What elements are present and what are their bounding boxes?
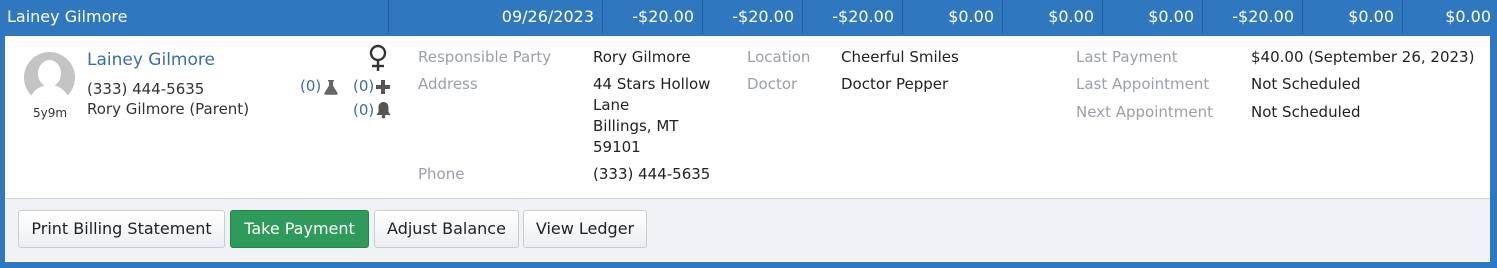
header-balance-9: $0.00 xyxy=(1445,7,1491,26)
view-ledger-button[interactable]: View Ledger xyxy=(523,210,647,248)
last-payment-value: $40.00 (September 26, 2023) xyxy=(1251,48,1475,66)
female-icon xyxy=(369,44,387,71)
header-balance-7: -$20.00 xyxy=(1203,0,1303,33)
header-balance-4: $0.00 xyxy=(903,0,1003,33)
patient-guardian: Rory Gilmore (Parent) xyxy=(87,100,250,118)
account-header-row: Lainey Gilmore 09/26/2023 -$20.00 -$20.0… xyxy=(5,0,1492,33)
action-bar: Print Billing Statement Take Payment Adj… xyxy=(5,199,1490,261)
next-appointment-label: Next Appointment xyxy=(1076,103,1213,121)
header-balance-3: -$20.00 xyxy=(803,0,903,33)
responsible-party-label: Responsible Party xyxy=(418,48,552,66)
next-appointment-value: Not Scheduled xyxy=(1251,103,1361,121)
address-line-3: Billings, MT xyxy=(593,117,679,135)
avatar-body xyxy=(29,85,70,103)
alert-count[interactable]: (0) xyxy=(353,101,374,119)
bell-icon[interactable] xyxy=(375,101,392,119)
header-patient-name[interactable]: Lainey Gilmore xyxy=(0,0,389,33)
location-label: Location xyxy=(747,48,811,66)
header-balance-5: $0.00 xyxy=(1003,0,1103,33)
header-spacer xyxy=(389,0,497,33)
avatar[interactable] xyxy=(24,52,75,103)
header-balance-1: -$20.00 xyxy=(603,0,703,33)
flask-icon[interactable] xyxy=(323,79,339,95)
doctor-label: Doctor xyxy=(747,75,798,93)
patient-card: 5y9m Lainey Gilmore (333) 444-5635 Rory … xyxy=(5,36,1490,262)
header-balance-2: -$20.00 xyxy=(703,0,803,33)
patient-name-link[interactable]: Lainey Gilmore xyxy=(87,50,215,70)
patient-phone: (333) 444-5635 xyxy=(87,80,205,98)
address-line-4: 59101 xyxy=(593,138,641,156)
header-balance-6: $0.00 xyxy=(1103,0,1203,33)
last-payment-label: Last Payment xyxy=(1076,48,1178,66)
phone-label: Phone xyxy=(418,165,465,183)
patient-account-panel: Lainey Gilmore 09/26/2023 -$20.00 -$20.0… xyxy=(0,0,1497,268)
patient-age: 5y9m xyxy=(32,106,68,120)
medical-count[interactable]: (0) xyxy=(353,77,374,95)
last-appointment-label: Last Appointment xyxy=(1076,75,1210,93)
address-label: Address xyxy=(418,75,478,93)
adjust-balance-button[interactable]: Adjust Balance xyxy=(374,210,519,248)
address-value: 44 Stars Hollow Lane Billings, MT 59101 xyxy=(593,74,710,158)
lab-count[interactable]: (0) xyxy=(300,77,321,95)
medical-cross-icon[interactable] xyxy=(376,80,390,94)
last-appointment-value: Not Scheduled xyxy=(1251,75,1361,93)
address-line-2: Lane xyxy=(593,96,630,114)
doctor-value: Doctor Pepper xyxy=(841,75,949,93)
take-payment-button[interactable]: Take Payment xyxy=(230,210,369,248)
address-line-1: 44 Stars Hollow xyxy=(593,75,711,93)
avatar-head xyxy=(38,60,61,87)
header-balance-8: $0.00 xyxy=(1303,0,1403,33)
phone-value: (333) 444-5635 xyxy=(593,165,711,183)
print-billing-statement-button[interactable]: Print Billing Statement xyxy=(18,210,225,248)
responsible-party-value: Rory Gilmore xyxy=(593,48,691,66)
patient-info-section: 5y9m Lainey Gilmore (333) 444-5635 Rory … xyxy=(5,36,1490,199)
location-value: Cheerful Smiles xyxy=(841,48,959,66)
header-date: 09/26/2023 xyxy=(497,0,603,33)
